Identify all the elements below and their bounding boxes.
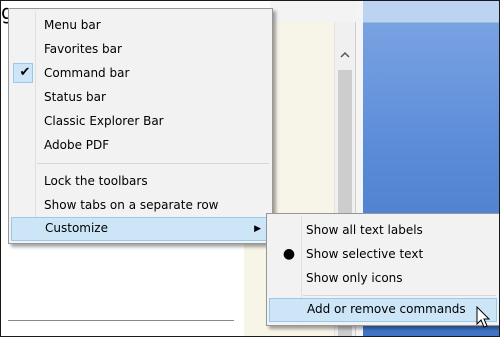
menu-item-label: Show tabs on a separate row [44,198,219,212]
submenu-item-show-all-text-labels[interactable]: Show all text labels [269,218,497,242]
radio-bullet-icon: ● [282,246,296,262]
menu-item-customize[interactable]: Customize ▶ [11,217,270,241]
scroll-up-icon[interactable] [336,44,354,66]
submenu-item-show-only-icons[interactable]: Show only icons [269,266,497,290]
menu-item-label: Show selective text [306,247,424,261]
toolbar-strip [270,0,362,23]
menu-item-label: Show only icons [306,271,403,285]
menu-separator [37,163,269,164]
menu-item-label: Status bar [44,90,106,104]
menu-item-label: Show all text labels [306,223,423,237]
menu-separator [303,295,496,296]
menu-item-adobe-pdf[interactable]: Adobe PDF [11,133,270,157]
checkmark-icon: ✔ [19,65,31,80]
submenu-item-show-selective-text[interactable]: ● Show selective text [269,242,497,266]
toolbars-context-menu: Menu bar Favorites bar ✔ Command bar Sta… [8,8,273,244]
menu-item-classic-explorer-bar[interactable]: Classic Explorer Bar [11,109,270,133]
side-panel-header [363,0,500,23]
divider-line [8,320,234,321]
menu-item-label: Classic Explorer Bar [44,114,164,128]
menu-item-favorites-bar[interactable]: Favorites bar [11,37,270,61]
menu-item-label: Favorites bar [44,42,122,56]
menu-item-lock-toolbars[interactable]: Lock the toolbars [11,169,270,193]
menu-item-menu-bar[interactable]: Menu bar [11,13,270,37]
menu-item-status-bar[interactable]: Status bar [11,85,270,109]
customize-submenu: Show all text labels ● Show selective te… [266,213,500,326]
menu-item-label: Menu bar [44,18,101,32]
submenu-arrow-icon: ▶ [254,224,261,234]
menu-item-label: Command bar [44,66,130,80]
menu-item-label: Lock the toolbars [44,174,148,188]
menu-item-label: Adobe PDF [44,138,110,152]
menu-item-label: Add or remove commands [307,302,466,316]
mouse-pointer-icon [476,306,491,328]
menu-item-command-bar[interactable]: ✔ Command bar [11,61,270,85]
menu-item-label: Customize [45,221,108,235]
menu-item-show-tabs-separate-row[interactable]: Show tabs on a separate row [11,193,270,217]
submenu-item-add-remove-commands[interactable]: Add or remove commands [269,298,497,322]
